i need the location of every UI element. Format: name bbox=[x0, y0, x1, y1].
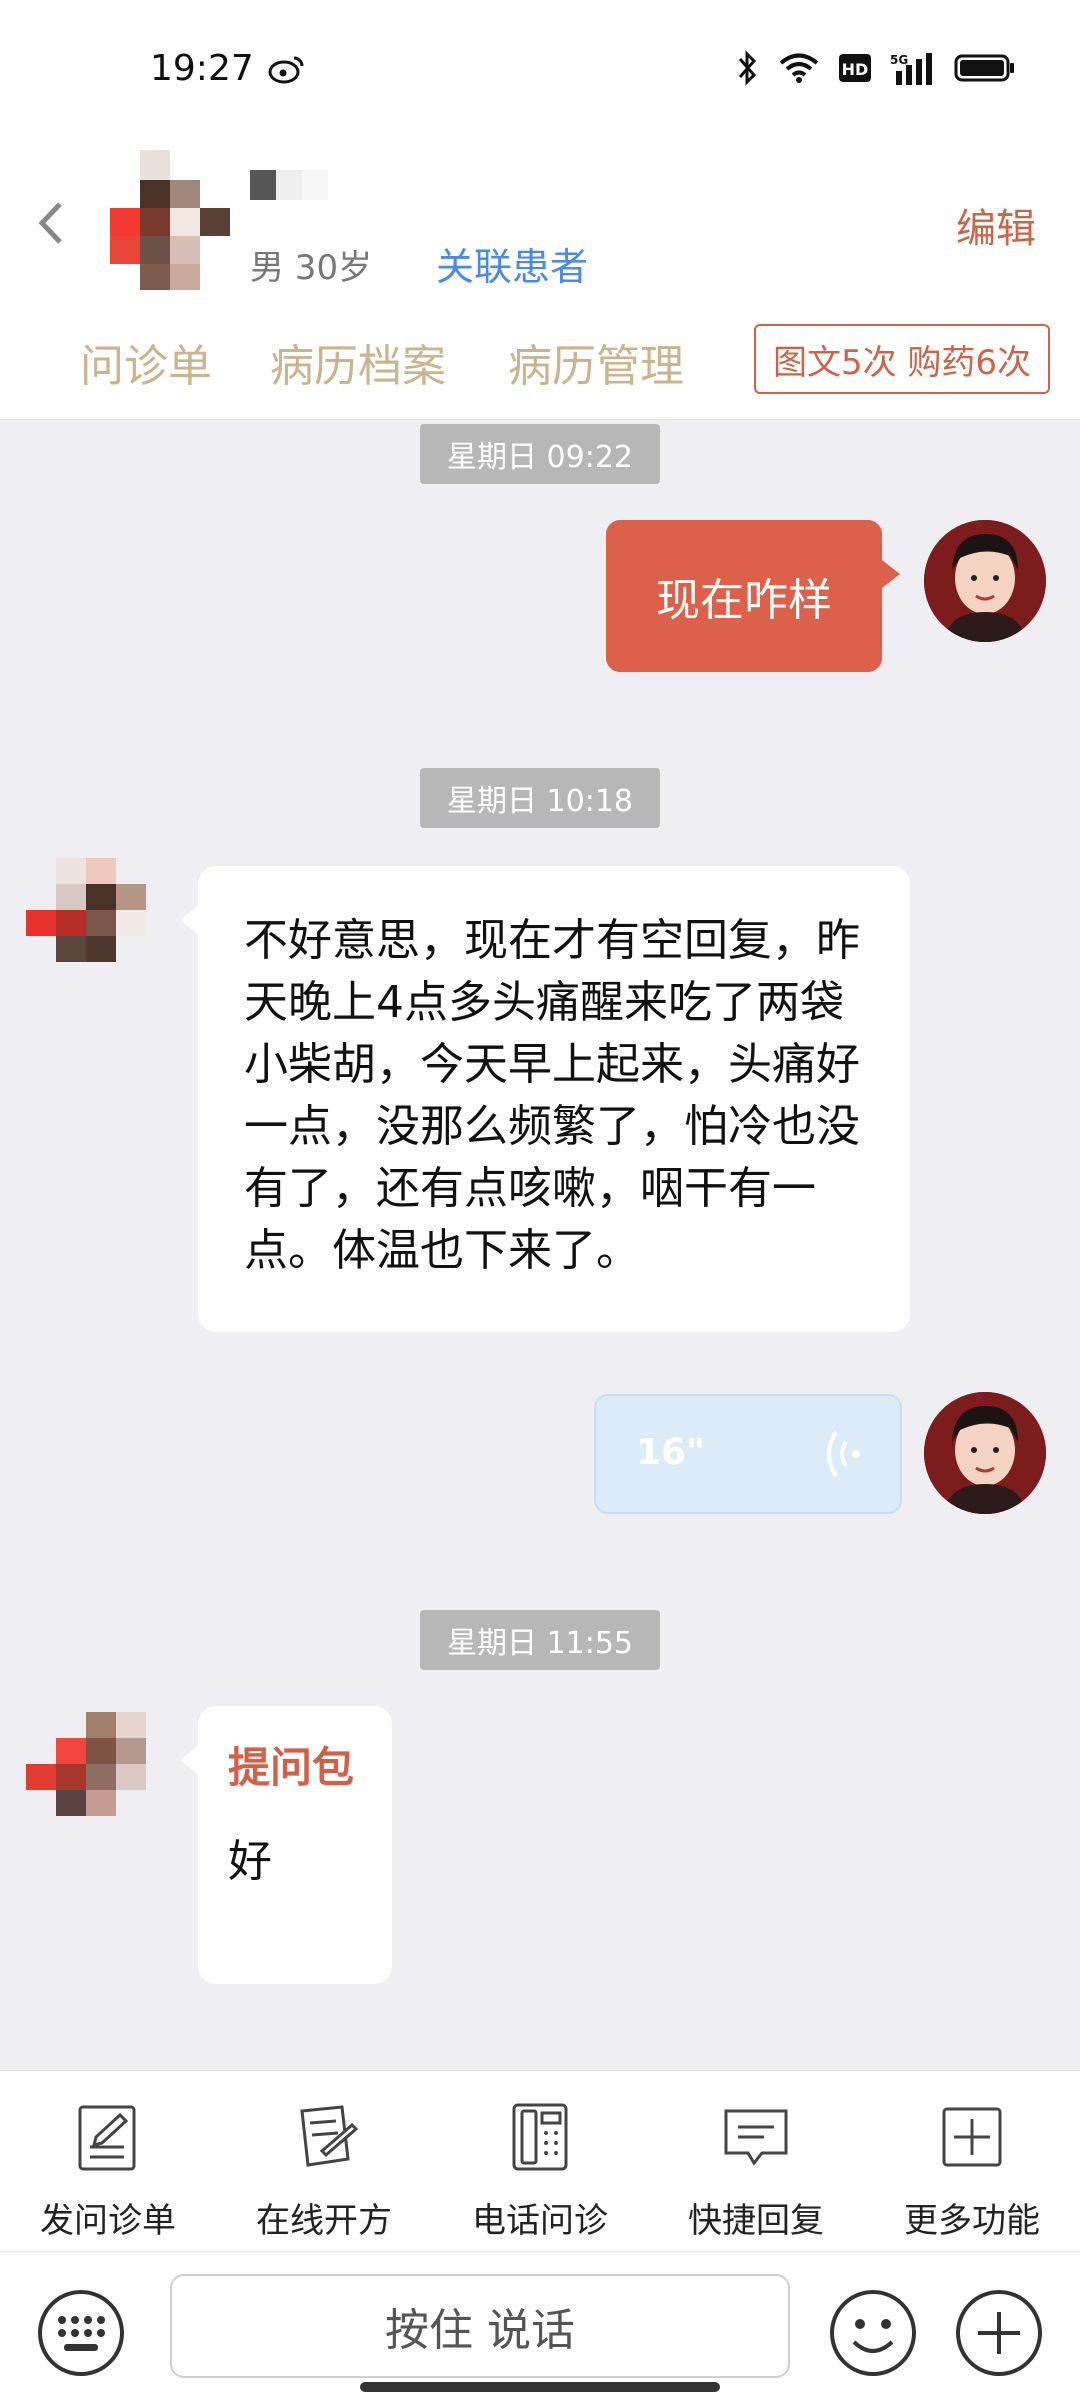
patient-header: 男 30岁 关联患者 编辑 问诊单 病历档案 病历管理 图文5次 购药6次 bbox=[0, 140, 1080, 420]
doctor-avatar[interactable] bbox=[924, 1392, 1046, 1514]
home-indicator[interactable] bbox=[360, 2382, 720, 2392]
function-bar: 发问诊单 在线开方 电话问诊 快捷回复 更多功能 bbox=[0, 2070, 1080, 2252]
emoji-icon[interactable] bbox=[828, 2288, 918, 2378]
svg-text:HD: HD bbox=[842, 60, 869, 79]
bluetooth-icon bbox=[738, 50, 757, 86]
input-bar: 按住 说话 bbox=[0, 2252, 1080, 2400]
patient-chat-avatar[interactable] bbox=[26, 858, 176, 978]
patient-gender-age: 男 30岁 bbox=[250, 248, 373, 288]
question-package-title: 提问包 bbox=[228, 1743, 355, 1792]
edit-button[interactable]: 编辑 bbox=[956, 196, 1036, 254]
voice-message-bubble[interactable]: 16" bbox=[594, 1394, 902, 1514]
phone-consult-button[interactable]: 电话问诊 bbox=[432, 2071, 648, 2253]
keyboard-icon[interactable] bbox=[36, 2288, 126, 2378]
more-icon bbox=[942, 2107, 1002, 2167]
phone-icon bbox=[512, 2103, 568, 2171]
quick-reply-button[interactable]: 快捷回复 bbox=[648, 2071, 864, 2253]
battery-icon bbox=[954, 54, 1014, 82]
wifi-icon bbox=[779, 53, 819, 83]
message-timestamp: 星期日 09:22 bbox=[420, 424, 660, 484]
link-patient-button[interactable]: 关联患者 bbox=[436, 236, 588, 291]
send-consult-form-label: 发问诊单 bbox=[40, 2201, 176, 2241]
voice-wave-icon bbox=[827, 1430, 860, 1478]
quick-reply-icon bbox=[724, 2109, 788, 2166]
phone-consult-label: 电话问诊 bbox=[472, 2201, 608, 2241]
sent-message-bubble[interactable]: 现在咋样 bbox=[606, 520, 900, 672]
online-prescription-button[interactable]: 在线开方 bbox=[216, 2071, 432, 2253]
weibo-icon bbox=[268, 56, 304, 84]
tab-record-management[interactable]: 病历管理 bbox=[508, 330, 684, 394]
more-functions-label: 更多功能 bbox=[904, 2201, 1040, 2241]
form-icon bbox=[78, 2105, 136, 2171]
status-bar: 19:27 HD 5G bbox=[0, 0, 1080, 140]
question-package-text: 好 bbox=[228, 1836, 272, 1887]
patient-chat-avatar[interactable] bbox=[26, 1712, 176, 1832]
voice-duration: 16" bbox=[636, 1432, 705, 1473]
tab-consult-form[interactable]: 问诊单 bbox=[80, 330, 212, 394]
message-timestamp: 星期日 11:55 bbox=[420, 1610, 660, 1670]
add-icon[interactable] bbox=[954, 2288, 1044, 2378]
patient-avatar[interactable] bbox=[80, 150, 230, 290]
status-time: 19:27 bbox=[150, 48, 254, 89]
send-consult-form-button[interactable]: 发问诊单 bbox=[0, 2071, 216, 2253]
quick-reply-label: 快捷回复 bbox=[688, 2201, 824, 2241]
tab-medical-archive[interactable]: 病历档案 bbox=[270, 330, 446, 394]
more-functions-button[interactable]: 更多功能 bbox=[864, 2071, 1080, 2253]
service-count-badge[interactable]: 图文5次 购药6次 bbox=[754, 324, 1050, 394]
online-prescription-label: 在线开方 bbox=[256, 2201, 392, 2241]
message-timestamp: 星期日 10:18 bbox=[420, 768, 660, 828]
signal-5g-icon: 5G bbox=[890, 53, 932, 85]
patient-name bbox=[250, 170, 328, 200]
doctor-avatar[interactable] bbox=[924, 520, 1046, 642]
question-package-bubble[interactable]: 提问包 好 bbox=[180, 1706, 392, 1984]
hd-icon: HD bbox=[839, 54, 871, 82]
back-icon[interactable] bbox=[36, 200, 66, 246]
svg-text:5G: 5G bbox=[890, 53, 908, 67]
hold-to-talk-button[interactable]: 按住 说话 bbox=[170, 2274, 790, 2378]
prescription-icon bbox=[300, 2105, 359, 2167]
received-message-bubble[interactable]: 不好意思，现在才有空回复，昨天晚上4点多头痛醒来吃了两袋小柴胡，今天早上起来，头… bbox=[180, 866, 910, 1332]
